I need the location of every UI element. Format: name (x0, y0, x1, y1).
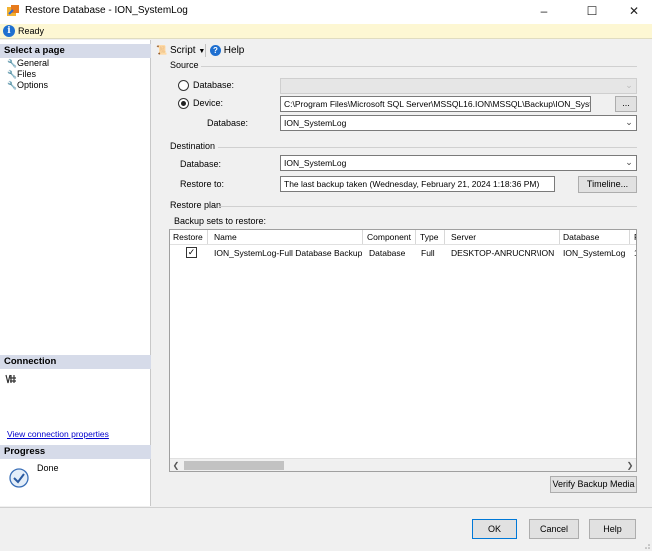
column-header-p[interactable]: P (634, 232, 636, 242)
footer-divider (0, 507, 652, 508)
scroll-right-icon[interactable]: ❯ (624, 459, 636, 471)
column-header-type[interactable]: Type (420, 232, 438, 242)
wrench-icon: 🔧 (7, 70, 17, 79)
help-label: Help (223, 45, 245, 56)
restore-to-label: Restore to: (180, 179, 225, 189)
chevron-down-icon: ⌄ (625, 117, 633, 127)
scroll-thumb[interactable] (184, 461, 284, 470)
column-divider[interactable] (362, 230, 363, 244)
cell-database: ION_SystemLog (563, 248, 626, 258)
device-radio-label: Device: (193, 98, 224, 108)
verify-backup-media-button[interactable]: Verify Backup Media (550, 476, 637, 493)
column-header-database[interactable]: Database (563, 232, 599, 242)
help-button[interactable]: Help (589, 519, 636, 539)
column-divider[interactable] (629, 230, 630, 244)
select-page-heading: Select a page (0, 44, 151, 58)
title-bar: Restore Database - ION_SystemLog – ☐ ✕ (0, 0, 652, 24)
status-bar: i Ready (0, 24, 652, 39)
page-item-general[interactable]: 🔧General (7, 58, 49, 68)
device-radio[interactable] (178, 98, 189, 109)
cell-name: ION_SystemLog-Full Database Backup (214, 248, 363, 258)
column-header-restore[interactable]: Restore (173, 232, 203, 242)
page-item-files[interactable]: 🔧Files (7, 69, 36, 79)
progress-heading: Progress (0, 445, 151, 459)
connection-icon (5, 374, 16, 384)
status-text: Ready (18, 26, 45, 36)
left-panel: Select a page 🔧General 🔧Files 🔧Options C… (0, 40, 151, 506)
cell-p: 1 (634, 248, 636, 258)
help-toolbar-button[interactable]: ? Help (210, 45, 244, 56)
view-connection-properties-link[interactable]: View connection properties (7, 429, 109, 439)
source-divider (201, 66, 637, 67)
page-item-label: General (17, 58, 50, 68)
progress-status: Done (37, 463, 59, 473)
wrench-icon: 🔧 (7, 81, 17, 90)
destination-group-label: Destination (170, 141, 216, 151)
device-path-input[interactable]: C:\Program Files\Microsoft SQL Server\MS… (280, 96, 591, 112)
column-divider[interactable] (415, 230, 416, 244)
grid-header: Restore Name Component Type Server Datab… (170, 230, 636, 245)
chevron-down-icon: ⌄ (625, 80, 633, 90)
source-group-label: Source (170, 60, 199, 70)
horizontal-scrollbar[interactable]: ❮ ❯ (170, 458, 636, 471)
backup-sets-label: Backup sets to restore: (174, 216, 267, 226)
backup-sets-grid[interactable]: Restore Name Component Type Server Datab… (169, 229, 637, 472)
page-item-label: Files (17, 69, 37, 79)
page-item-options[interactable]: 🔧Options (7, 80, 48, 90)
browse-button[interactable]: ... (615, 96, 637, 112)
timeline-button[interactable]: Timeline... (578, 176, 637, 193)
cancel-button[interactable]: Cancel (529, 519, 579, 539)
help-icon: ? (210, 45, 221, 56)
restore-database-icon (7, 5, 19, 16)
done-check-icon (9, 468, 29, 488)
window-title: Restore Database - ION_SystemLog (25, 5, 188, 16)
script-label: Script (170, 45, 196, 56)
source-database-label: Database: (207, 118, 249, 128)
column-header-name[interactable]: Name (214, 232, 237, 242)
restore-to-field[interactable]: The last backup taken (Wednesday, Februa… (280, 176, 555, 192)
column-divider[interactable] (207, 230, 208, 244)
cell-component: Database (369, 248, 406, 258)
minimize-button[interactable]: – (524, 0, 564, 24)
script-icon: 📜 (156, 45, 168, 55)
chevron-down-icon: ⌄ (625, 157, 633, 167)
destination-database-label: Database: (180, 159, 222, 169)
database-radio[interactable] (178, 80, 189, 91)
column-header-component[interactable]: Component (367, 232, 411, 242)
source-database-select[interactable] (280, 78, 637, 94)
resize-grip-icon[interactable] (641, 540, 651, 550)
destination-divider (218, 147, 637, 148)
wrench-icon: 🔧 (7, 59, 17, 68)
source-backup-database-select[interactable]: ION_SystemLog (280, 115, 637, 131)
cell-server: DESKTOP-ANRUCNR\ION (451, 248, 555, 258)
destination-database-select[interactable]: ION_SystemLog (280, 155, 637, 171)
restore-plan-divider (219, 206, 637, 207)
database-radio-label: Database: (193, 80, 235, 90)
ok-button[interactable]: OK (472, 519, 517, 539)
toolbar-separator (205, 44, 206, 57)
close-button[interactable]: ✕ (614, 0, 652, 24)
connection-heading: Connection (0, 355, 151, 369)
cell-type: Full (421, 248, 435, 258)
scroll-left-icon[interactable]: ❮ (170, 459, 182, 471)
restore-plan-group-label: Restore plan (170, 200, 222, 210)
column-divider[interactable] (559, 230, 560, 244)
restore-checkbox[interactable]: ✓ (186, 247, 197, 258)
column-divider[interactable] (444, 230, 445, 244)
column-header-server[interactable]: Server (451, 232, 476, 242)
info-icon: i (3, 25, 15, 37)
page-item-label: Options (17, 80, 49, 90)
script-button[interactable]: 📜 Script ▼ (156, 45, 205, 56)
maximize-button[interactable]: ☐ (572, 0, 612, 24)
